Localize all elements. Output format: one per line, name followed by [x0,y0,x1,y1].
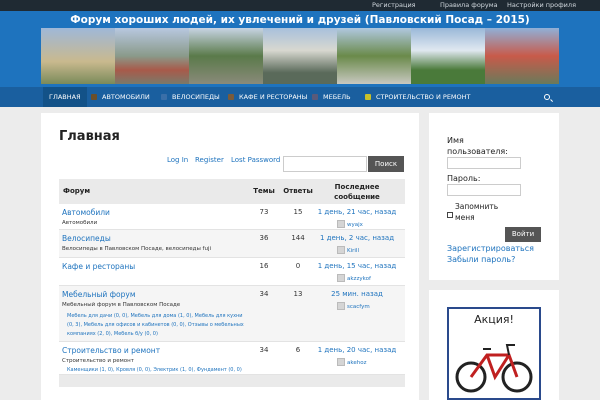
site-header: Форум хороших людей, их увлечений и друз… [0,11,600,87]
bicycle-image [455,344,533,393]
username-field[interactable] [447,157,521,169]
last-post-user[interactable]: scacfym [337,302,370,310]
table-footer [59,375,405,387]
page-title: Главная [59,129,120,144]
remember-checkbox[interactable] [447,212,453,218]
furniture-icon [312,94,318,100]
avatar [337,358,345,366]
subforum-list[interactable]: Каменщики (1, 0), Кровля (0, 0), Электри… [67,365,252,375]
table-header: Форум Темы Ответы Последнее сообщение [59,179,405,204]
col-replies: Ответы [283,187,313,195]
search-icon[interactable] [544,94,550,100]
table-row: Велосипеды Велосипеды в Павловском Посад… [59,230,405,258]
search-button[interactable]: Поиск [368,156,404,172]
site-title[interactable]: Форум хороших людей, их увлечений и друз… [0,14,600,26]
forum-description: Велосипеды в Павловском Посаде, велосипе… [62,246,212,252]
last-post-link[interactable]: 25 мин. назад [309,290,405,298]
car-icon [91,94,97,100]
promo-banner[interactable]: Акция! [447,307,541,400]
bicycle-icon [161,94,167,100]
last-post-link[interactable]: 1 день, 20 час, назад [309,346,405,354]
last-post-link[interactable]: 1 день, 2 час, назад [309,234,405,242]
register-link[interactable]: Регистрация [372,1,416,9]
avatar [337,246,345,254]
nav-bicycles[interactable]: ВЕЛОСИПЕДЫ [155,87,226,107]
password-label: Пароль: [447,174,481,183]
col-topics: Темы [253,187,275,195]
table-row: Строительство и ремонт Строительство и р… [59,342,405,375]
header-banner [41,28,559,84]
forgot-password-link[interactable]: Забыли пароль? [447,255,515,264]
forum-link[interactable]: Автомобили [62,208,110,217]
profile-settings-link[interactable]: Настройки профиля [507,1,576,9]
ad-widget: Акция! [429,290,559,400]
subforum-list[interactable]: компаниях (2, 0), Мебель б/у (0, 0) [67,329,252,339]
topics-count: 16 [259,262,269,270]
password-field[interactable] [447,184,521,196]
remember-label: Запомнить меня [455,202,499,222]
promo-title: Акция! [474,313,514,326]
topics-count: 73 [259,208,269,216]
forum-link[interactable]: Строительство и ремонт [62,346,160,355]
last-post-link[interactable]: 1 день, 21 час, назад [309,208,405,216]
register-link-sidebar[interactable]: Зарегистрироваться [447,244,534,253]
forum-rules-link[interactable]: Правила форума [440,1,498,9]
topics-count: 36 [259,234,269,242]
last-post-link[interactable]: 1 день, 15 час, назад [309,262,405,270]
login-widget: Имя пользователя: Пароль: Запомнить меня… [429,113,559,280]
avatar [337,274,345,282]
nav-furniture[interactable]: МЕБЕЛЬ [306,87,357,107]
avatar [337,302,345,310]
forum-description: Мебельный форум в Павловском Посаде [62,302,181,308]
col-last-post: Последнее сообщение [334,183,380,201]
table-row: Автомобили Автомобили 73 15 1 день, 21 ч… [59,204,405,230]
nav-cafes[interactable]: КАФЕ И РЕСТОРАНЫ [222,87,313,107]
register-link-main[interactable]: Register [195,156,224,164]
login-button[interactable]: Войти [505,227,541,242]
main-content: Главная Log In Register Lost Password По… [41,113,419,400]
forum-link[interactable]: Кафе и рестораны [62,262,135,271]
main-nav: ГЛАВНАЯ АВТОМОБИЛИ ВЕЛОСИПЕДЫ КАФЕ И РЕС… [0,87,600,107]
login-link[interactable]: Log In [167,156,188,164]
table-row: Кафе и рестораны 16 0 1 день, 15 час, на… [59,258,405,286]
construction-icon [365,94,371,100]
forum-link[interactable]: Мебельный форум [62,290,135,299]
last-post-user[interactable]: Kirill [337,246,359,254]
last-post-user[interactable]: akehoz [337,358,366,366]
topics-count: 34 [259,346,269,354]
top-bar: Регистрация Правила форума Настройки про… [0,0,600,11]
forum-description: Строительство и ремонт [62,358,134,364]
username-label: Имя пользователя: [447,136,508,156]
cafe-icon [228,94,234,100]
last-post-user[interactable]: akzzykof [337,274,371,282]
forum-table: Форум Темы Ответы Последнее сообщение Ав… [59,179,405,391]
avatar [337,220,345,228]
forum-link[interactable]: Велосипеды [62,234,111,243]
col-forum: Форум [63,187,91,195]
topics-count: 34 [259,290,269,298]
table-row: Мебельный форум Мебельный форум в Павлов… [59,286,405,342]
search-input[interactable] [283,156,367,172]
last-post-user[interactable]: wyajx [337,220,363,228]
nav-construction[interactable]: СТРОИТЕЛЬСТВО И РЕМОНТ [359,87,477,107]
nav-cars[interactable]: АВТОМОБИЛИ [85,87,156,107]
nav-home[interactable]: ГЛАВНАЯ [43,87,87,107]
forum-description: Автомобили [62,220,98,226]
lost-password-link[interactable]: Lost Password [231,156,280,164]
